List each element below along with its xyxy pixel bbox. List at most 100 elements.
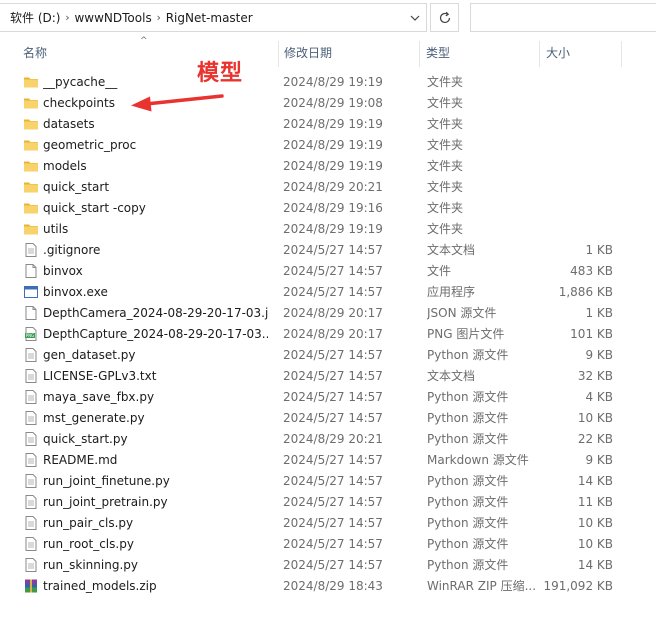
file-date: 2024/5/27 14:57: [283, 411, 383, 425]
chevron-right-icon[interactable]: ›: [152, 11, 166, 24]
file-row[interactable]: LICENSE-GPLv3.txt 2024/5/27 14:57 文本文档 32 K…: [0, 366, 656, 387]
text-file-icon: [23, 410, 39, 426]
file-row[interactable]: run_joint_pretrain.py 2024/5/27 14:57 Pyth…: [0, 492, 656, 513]
file-date: 2024/8/29 20:17: [283, 327, 383, 341]
file-row[interactable]: .gitignore 2024/5/27 14:57 文本文档 1 KB: [0, 240, 656, 261]
file-date: 2024/8/29 19:19: [283, 75, 383, 89]
file-row[interactable]: trained_models.zip 2024/8/29 18:43 WinRAR …: [0, 576, 656, 597]
text-file-icon: [23, 242, 39, 258]
file-size: 4 KB: [585, 390, 613, 404]
folder-icon: [23, 95, 39, 111]
search-input[interactable]: [470, 3, 656, 32]
file-type: Python 源文件: [427, 390, 509, 404]
file-size: 10 KB: [577, 516, 613, 530]
file-date: 2024/5/27 14:57: [283, 516, 383, 530]
file-name: quick_start.py: [43, 432, 128, 446]
file-row[interactable]: geometric_proc 2024/8/29 19:19 文件夹: [0, 135, 656, 156]
file-row[interactable]: run_root_cls.py 2024/5/27 14:57 Python 源文件…: [0, 534, 656, 555]
file-row[interactable]: checkpoints 2024/8/29 19:08 文件夹: [0, 93, 656, 114]
file-row[interactable]: mst_generate.py 2024/5/27 14:57 Python 源文件…: [0, 408, 656, 429]
file-date: 2024/8/29 19:08: [283, 96, 383, 110]
text-file-icon: [23, 368, 39, 384]
file-row[interactable]: maya_save_fbx.py 2024/5/27 14:57 Python 源文…: [0, 387, 656, 408]
file-row[interactable]: run_joint_finetune.py 2024/5/27 14:57 Pyth…: [0, 471, 656, 492]
file-date: 2024/8/29 18:43: [283, 579, 383, 593]
folder-icon: [23, 116, 39, 132]
file-size: [540, 198, 613, 219]
file-date: 2024/5/27 14:57: [283, 474, 383, 488]
file-row[interactable]: datasets 2024/8/29 19:19 文件夹: [0, 114, 656, 135]
file-name: DepthCapture_2024-08-29-20-17-03....: [43, 327, 268, 341]
file-type: 文件夹: [427, 201, 464, 215]
refresh-button[interactable]: [430, 3, 459, 32]
file-name: LICENSE-GPLv3.txt: [43, 369, 157, 383]
text-file-icon: [23, 473, 39, 489]
file-size: 1,886 KB: [558, 285, 613, 299]
file-name: .gitignore: [43, 243, 101, 257]
chevron-down-icon: [410, 15, 420, 21]
file-date: 2024/5/27 14:57: [283, 537, 383, 551]
file-size: 22 KB: [577, 432, 613, 446]
file-type: 文件夹: [427, 138, 464, 152]
file-name: binvox.exe: [43, 285, 108, 299]
file-date: 2024/5/27 14:57: [283, 264, 383, 278]
file-row[interactable]: models 2024/8/29 19:19 文件夹: [0, 156, 656, 177]
file-size: 483 KB: [570, 264, 613, 278]
file-row[interactable]: quick_start.py 2024/8/29 20:21 Python 源文件 2…: [0, 429, 656, 450]
column-divider[interactable]: [621, 41, 622, 67]
file-size: [540, 219, 613, 240]
column-divider[interactable]: [419, 41, 420, 67]
file-row[interactable]: PNG DepthCapture_2024-08-29-20-17-03.... 2…: [0, 324, 656, 345]
file-row[interactable]: run_skinning.py 2024/5/27 14:57 Python 源文件…: [0, 555, 656, 576]
file-type: 文本文档: [427, 369, 476, 383]
chevron-right-icon[interactable]: ›: [60, 11, 74, 24]
file-type: WinRAR ZIP 压缩...: [427, 579, 537, 593]
file-row[interactable]: quick_start 2024/8/29 20:21 文件夹: [0, 177, 656, 198]
file-date: 2024/8/29 19:19: [283, 117, 383, 131]
file-name: DepthCamera_2024-08-29-20-17-03.j...: [43, 306, 268, 320]
column-header: ^ 名称 修改日期 类型 大小: [0, 36, 656, 68]
file-row[interactable]: utils 2024/8/29 19:19 文件夹: [0, 219, 656, 240]
file-size: 9 KB: [585, 348, 613, 362]
column-date[interactable]: 修改日期: [279, 38, 419, 68]
file-type: 文件夹: [427, 117, 464, 131]
file-date: 2024/8/29 19:16: [283, 201, 383, 215]
file-size: [540, 135, 613, 156]
file-date: 2024/5/27 14:57: [283, 390, 383, 404]
file-name: quick_start -copy: [43, 201, 146, 215]
file-size: [540, 72, 613, 93]
file-type: 文件夹: [427, 222, 464, 236]
file-row[interactable]: __pycache__ 2024/8/29 19:19 文件夹: [0, 72, 656, 93]
file-name: datasets: [43, 117, 95, 131]
file-row[interactable]: run_pair_cls.py 2024/5/27 14:57 Python 源文件…: [0, 513, 656, 534]
file-date: 2024/5/27 14:57: [283, 285, 383, 299]
file-date: 2024/5/27 14:57: [283, 348, 383, 362]
breadcrumb-drive[interactable]: 软件 (D:): [10, 9, 60, 26]
file-row[interactable]: DepthCamera_2024-08-29-20-17-03.j... 2024…: [0, 303, 656, 324]
file-row[interactable]: README.md 2024/5/27 14:57 Markdown 源文件 9 KB: [0, 450, 656, 471]
file-name: utils: [43, 222, 69, 236]
file-row[interactable]: gen_dataset.py 2024/5/27 14:57 Python 源文件 9…: [0, 345, 656, 366]
file-name: geometric_proc: [43, 138, 137, 152]
address-dropdown-button[interactable]: [404, 4, 426, 31]
file-type: Python 源文件: [427, 432, 509, 446]
file-date: 2024/5/27 14:57: [283, 369, 383, 383]
folder-icon: [23, 158, 39, 174]
file-date: 2024/5/27 14:57: [283, 453, 383, 467]
file-date: 2024/8/29 19:19: [283, 222, 383, 236]
file-row[interactable]: quick_start -copy 2024/8/29 19:16 文件夹: [0, 198, 656, 219]
column-divider[interactable]: [539, 41, 540, 67]
column-type[interactable]: 类型: [421, 38, 539, 68]
exe-icon: [23, 284, 39, 300]
file-row[interactable]: binvox 2024/5/27 14:57 文件 483 KB: [0, 261, 656, 282]
breadcrumb-current[interactable]: RigNet-master: [166, 11, 253, 25]
file-type: Python 源文件: [427, 411, 509, 425]
address-bar[interactable]: 软件 (D:) › wwwNDTools › RigNet-master: [0, 3, 427, 32]
text-file-icon: [23, 452, 39, 468]
file-date: 2024/8/29 20:17: [283, 306, 383, 320]
file-row[interactable]: binvox.exe 2024/5/27 14:57 应用程序 1,886 KB: [0, 282, 656, 303]
column-size[interactable]: 大小: [541, 38, 621, 68]
file-name: models: [43, 159, 87, 173]
breadcrumb-folder[interactable]: wwwNDTools: [74, 11, 151, 25]
file-size: [540, 177, 613, 198]
